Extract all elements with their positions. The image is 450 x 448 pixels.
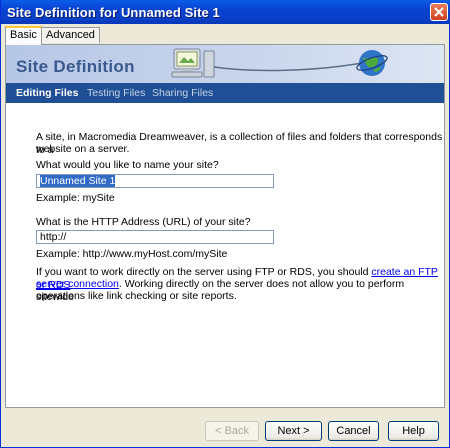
server-connection-link[interactable]: server connection [36, 278, 119, 290]
banner-title: Site Definition [16, 57, 135, 76]
network-illustration-icon [171, 48, 388, 78]
site-name-value: Unnamed Site 1 [40, 175, 116, 187]
next-button[interactable]: Next > [265, 421, 322, 441]
subnav-editing-files[interactable]: Editing Files [16, 87, 78, 99]
site-url-example: Example: http://www.myHost.com/mySite [36, 248, 228, 260]
tab-advanced[interactable]: Advanced [41, 27, 100, 43]
site-url-value: http:// [40, 231, 67, 243]
subnav-testing-files[interactable]: Testing Files [87, 87, 145, 99]
close-button[interactable] [430, 3, 448, 21]
site-name-example: Example: mySite [36, 192, 115, 204]
subnav-sharing-files[interactable]: Sharing Files [152, 87, 213, 99]
close-icon [434, 7, 444, 17]
banner: Site Definition [6, 45, 444, 83]
server-note-line-3: operations like link checking or site re… [36, 290, 237, 302]
site-name-input[interactable]: Unnamed Site 1 [36, 174, 274, 188]
site-url-question: What is the HTTP Address (URL) of your s… [36, 216, 251, 228]
intro-line-2: website on a server. [36, 143, 130, 155]
help-button[interactable]: Help [388, 421, 439, 441]
server-note-text-1: If you want to work directly on the serv… [36, 266, 369, 278]
globe-icon [356, 50, 388, 76]
site-name-question: What would you like to name your site? [36, 159, 219, 171]
tab-basic[interactable]: Basic [5, 26, 42, 45]
site-definition-dialog: Site Definition for Unnamed Site 1 Basic… [0, 0, 450, 448]
cancel-button[interactable]: Cancel [328, 421, 379, 441]
basic-panel: Site Definition Editing Files Testing Fi… [5, 44, 445, 408]
tab-advanced-label: Advanced [46, 29, 95, 41]
connection-line-icon [213, 62, 363, 72]
tab-basic-label: Basic [10, 29, 37, 41]
computer-icon [171, 48, 215, 78]
section-nav: Editing Files Testing Files Sharing File… [6, 83, 444, 103]
site-url-input[interactable]: http:// [36, 230, 274, 244]
window-title: Site Definition for Unnamed Site 1 [7, 5, 220, 20]
title-bar[interactable]: Site Definition for Unnamed Site 1 [1, 0, 450, 24]
back-button[interactable]: < Back [205, 421, 259, 441]
